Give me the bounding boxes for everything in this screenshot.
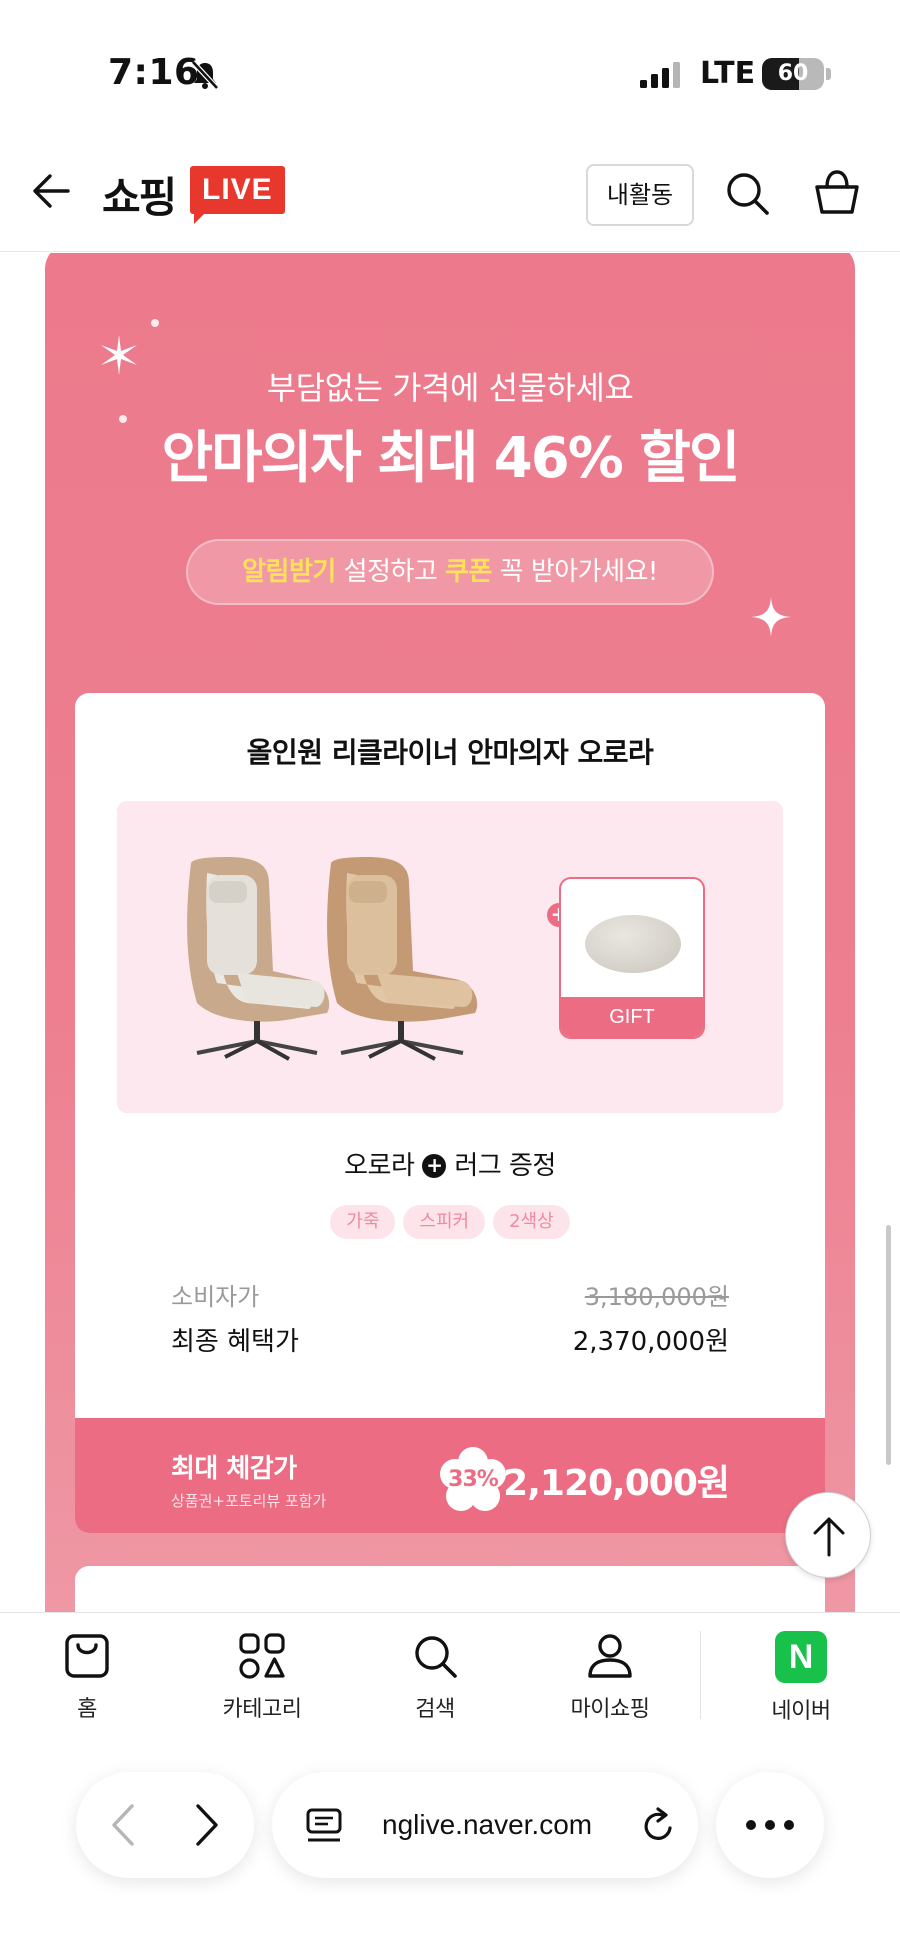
nav-label: 검색 — [415, 1697, 455, 1722]
notice-highlight-coupon: 쿠폰 — [445, 557, 492, 587]
final-price-label: 최종 혜택가 — [171, 1327, 299, 1357]
search-icon — [415, 1636, 457, 1678]
nav-label: 네이버 — [771, 1699, 831, 1724]
reader-mode-icon[interactable] — [304, 1806, 344, 1846]
promo-title: 안마의자 최대 46% 할인 — [161, 426, 741, 491]
status-time: 7:16 — [108, 52, 200, 93]
consumer-price-label: 소비자가 — [171, 1283, 260, 1311]
app-header: 쇼핑 LIVE 내활동 — [0, 130, 900, 252]
network-type: LTE — [700, 56, 756, 91]
browser-toolbar: nglive.naver.com — [0, 1728, 900, 1956]
scroll-to-top-button[interactable] — [785, 1492, 871, 1578]
bottom-nav: 홈 카테고리 검색 마이쇼핑 N 네이버 — [0, 1612, 900, 1728]
max-price-value: 2,120,000원 — [503, 1463, 730, 1504]
arrow-up-icon — [813, 1517, 845, 1557]
next-product-card[interactable] — [75, 1566, 825, 1613]
nav-search[interactable]: 검색 — [370, 1631, 500, 1723]
max-price-label: 최대 체감가 — [171, 1454, 297, 1484]
browser-back-icon[interactable] — [104, 1802, 144, 1848]
bundle-line: 오로라 + 러그 증정 — [75, 1145, 825, 1182]
massage-chair-cream-image — [187, 857, 330, 1061]
nav-my-shopping[interactable]: 마이쇼핑 — [545, 1631, 675, 1723]
feature-tags: 가죽 스피커 2색상 — [75, 1205, 825, 1239]
url-bar[interactable]: nglive.naver.com — [272, 1772, 698, 1878]
person-icon — [588, 1634, 632, 1678]
promo-subtitle: 부담없는 가격에 선물하세요 — [266, 369, 634, 407]
notification-coupon-pill[interactable]: 알림받기 설정하고 쿠폰 꼭 받아가세요! — [186, 539, 714, 605]
home-bag-icon — [65, 1634, 109, 1678]
tag-chip: 가죽 — [330, 1205, 396, 1239]
rug-image — [585, 915, 681, 973]
consumer-price-value: 3,180,000원 — [584, 1283, 729, 1311]
content-area: 부담없는 가격에 선물하세요 안마의자 최대 46% 할인 알림받기 설정하고 … — [0, 253, 900, 1613]
battery-icon: 60 — [762, 58, 824, 90]
category-icon — [239, 1633, 285, 1679]
massage-chair-beige-image — [327, 857, 478, 1061]
bell-muted-icon — [191, 60, 219, 90]
brand-live-badge: LIVE — [190, 166, 285, 214]
browser-nav-pill — [76, 1772, 254, 1878]
max-price-sublabel: 상품권+포토리뷰 포함가 — [171, 1492, 327, 1510]
nav-label: 홈 — [77, 1697, 97, 1722]
signal-icon — [640, 62, 680, 88]
gift-box: GIFT — [559, 877, 705, 1039]
back-arrow-icon[interactable] — [30, 170, 72, 212]
final-price-value: 2,370,000원 — [572, 1327, 729, 1357]
search-icon[interactable] — [724, 170, 770, 216]
max-price-strip: 최대 체감가 상품권+포토리뷰 포함가 33% 2,120,000원 — [75, 1418, 825, 1533]
nav-category[interactable]: 카테고리 — [197, 1631, 327, 1723]
tag-chip: 스피커 — [403, 1205, 486, 1239]
tag-chip: 2색상 — [493, 1205, 570, 1239]
nav-naver[interactable]: N 네이버 — [736, 1631, 866, 1725]
promo-banner: 부담없는 가격에 선물하세요 안마의자 최대 46% 할인 알림받기 설정하고 … — [45, 253, 855, 1613]
product-image[interactable]: + GIFT — [117, 801, 783, 1113]
url-text: nglive.naver.com — [382, 1809, 593, 1840]
reload-icon[interactable] — [638, 1806, 678, 1846]
nav-label: 카테고리 — [222, 1697, 302, 1722]
bundle-product: 오로라 — [344, 1151, 415, 1181]
battery-percent: 60 — [777, 61, 809, 86]
more-options-button[interactable] — [716, 1772, 824, 1878]
product-card[interactable]: 올인원 리클라이너 안마의자 오로라 GIFT 오로라 + 러그 증정 가죽 스… — [75, 693, 825, 1533]
gift-label: GIFT — [561, 997, 703, 1037]
brand-logo-text[interactable]: 쇼핑 — [102, 164, 177, 225]
shopping-bag-icon[interactable] — [812, 168, 862, 218]
nav-label: 마이쇼핑 — [570, 1697, 650, 1722]
naver-logo: N — [775, 1631, 827, 1683]
product-name: 올인원 리클라이너 안마의자 오로라 — [246, 736, 654, 769]
status-bar: 7:16 LTE 60 — [0, 0, 900, 130]
more-dots-icon — [746, 1820, 794, 1830]
notice-highlight-alarm: 알림받기 — [242, 557, 336, 587]
discount-percent: 33% — [448, 1467, 499, 1492]
my-activity-button[interactable]: 내활동 — [586, 164, 694, 226]
bundle-gift: 러그 증정 — [454, 1151, 556, 1181]
browser-forward-icon[interactable] — [186, 1802, 226, 1848]
nav-home[interactable]: 홈 — [22, 1631, 152, 1723]
scrollbar[interactable] — [886, 1225, 891, 1465]
sparkle-icon — [751, 597, 791, 637]
plus-circle-icon: + — [422, 1154, 447, 1178]
